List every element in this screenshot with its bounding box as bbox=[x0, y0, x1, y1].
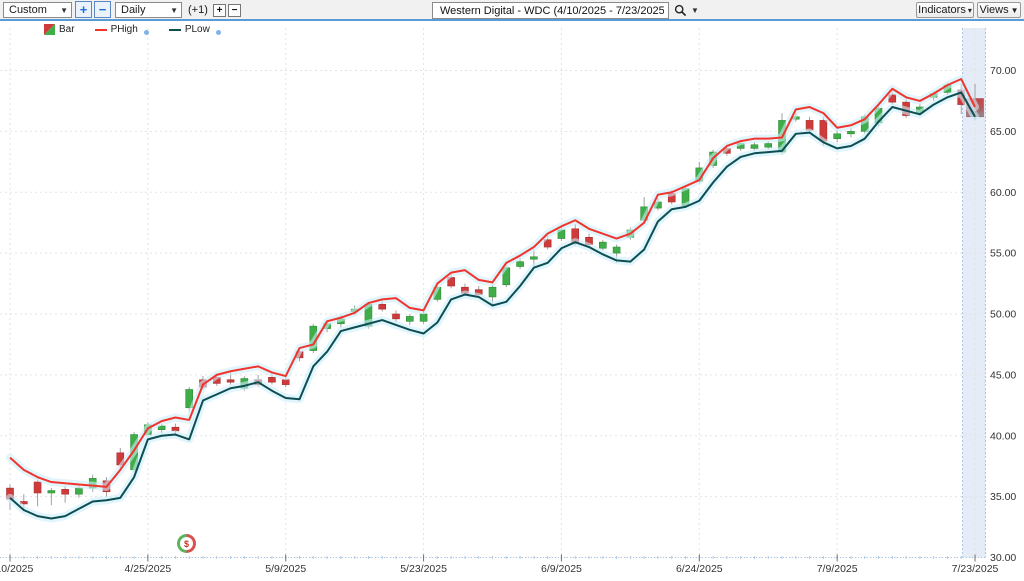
indicators-button[interactable]: Indicators ▾ bbox=[916, 2, 974, 18]
legend-item-label: Bar bbox=[59, 24, 75, 35]
phigh-line-icon bbox=[95, 29, 107, 31]
indicators-button-label: Indicators bbox=[918, 4, 966, 16]
svg-text:65.00: 65.00 bbox=[990, 126, 1016, 138]
legend-item-label: PLow bbox=[185, 24, 210, 35]
svg-text:6/9/2025: 6/9/2025 bbox=[541, 563, 582, 575]
svg-text:6/24/2025: 6/24/2025 bbox=[676, 563, 723, 575]
search-control[interactable]: ▼ bbox=[674, 3, 699, 18]
offset-increase-button[interactable]: + bbox=[213, 4, 226, 17]
legend-item-plow[interactable]: PLow bbox=[169, 24, 221, 35]
svg-text:70.00: 70.00 bbox=[990, 65, 1016, 77]
chart-legend: Bar PHigh PLow bbox=[44, 23, 235, 36]
price-chart-canvas[interactable]: 30.0035.0040.0045.0050.0055.0060.0065.00… bbox=[0, 0, 1024, 581]
svg-text:5/9/2025: 5/9/2025 bbox=[265, 563, 306, 575]
candle bbox=[282, 380, 289, 385]
candle bbox=[613, 247, 620, 253]
offset-decrease-button[interactable]: − bbox=[228, 4, 241, 17]
plow-line-icon bbox=[169, 29, 181, 31]
candle bbox=[751, 145, 758, 149]
plow-line bbox=[10, 92, 975, 518]
candle bbox=[268, 377, 275, 382]
period-select-value: Daily bbox=[121, 4, 145, 16]
svg-text:7/23/2025: 7/23/2025 bbox=[952, 563, 999, 575]
candle bbox=[34, 482, 41, 493]
candle bbox=[172, 427, 179, 431]
zoom-in-button[interactable]: + bbox=[75, 1, 92, 18]
search-icon bbox=[674, 4, 687, 17]
candle bbox=[75, 488, 82, 494]
candle bbox=[599, 242, 606, 248]
legend-item-label: PHigh bbox=[111, 24, 138, 35]
views-button[interactable]: Views ▼ bbox=[977, 2, 1021, 18]
candle bbox=[489, 287, 496, 297]
minus-icon: − bbox=[232, 6, 238, 16]
chevron-down-icon: ▼ bbox=[60, 6, 68, 15]
candle bbox=[847, 131, 854, 133]
candle bbox=[834, 134, 841, 139]
zoom-out-button[interactable]: − bbox=[94, 1, 111, 18]
candle bbox=[227, 380, 234, 382]
range-select-value: Custom bbox=[9, 4, 47, 16]
charting-app-window: Custom ▼ + − Daily ▼ (+1) + − ▼ I bbox=[0, 0, 1024, 581]
views-button-label: Views bbox=[979, 4, 1008, 16]
chevron-down-icon: ▼ bbox=[691, 6, 699, 15]
candle bbox=[530, 257, 537, 259]
svg-text:45.00: 45.00 bbox=[990, 369, 1016, 381]
period-select[interactable]: Daily ▼ bbox=[115, 2, 182, 18]
legend-item-phigh[interactable]: PHigh bbox=[95, 24, 149, 35]
dollar-icon: $ bbox=[180, 537, 193, 550]
bar-series-icon bbox=[44, 24, 55, 35]
series-settings-dot-icon[interactable] bbox=[216, 30, 221, 35]
legend-item-bar[interactable]: Bar bbox=[44, 24, 75, 35]
chevron-down-icon: ▼ bbox=[170, 6, 178, 15]
svg-text:50.00: 50.00 bbox=[990, 309, 1016, 321]
svg-text:4/10/2025: 4/10/2025 bbox=[0, 563, 34, 575]
chevron-down-icon: ▾ bbox=[968, 6, 972, 15]
candle bbox=[62, 489, 69, 494]
plus-icon: + bbox=[80, 2, 88, 17]
phigh-line bbox=[10, 79, 975, 487]
currency-marker-badge[interactable]: $ bbox=[177, 534, 196, 553]
candle bbox=[517, 262, 524, 267]
svg-text:60.00: 60.00 bbox=[990, 187, 1016, 199]
symbol-search-input[interactable] bbox=[432, 2, 669, 19]
chevron-down-icon: ▼ bbox=[1011, 6, 1019, 15]
x-axis: 4/10/2025 4/25/2025 5/9/2025 5/23/2025 6/9/2… bbox=[0, 555, 999, 576]
svg-text:55.00: 55.00 bbox=[990, 248, 1016, 260]
range-select[interactable]: Custom ▼ bbox=[3, 2, 72, 18]
bar-offset-label: (+1) bbox=[188, 2, 208, 18]
plus-icon: + bbox=[217, 6, 223, 16]
candle bbox=[420, 314, 427, 321]
toolbar: Custom ▼ + − Daily ▼ (+1) + − ▼ I bbox=[0, 0, 1024, 21]
series-settings-dot-icon[interactable] bbox=[144, 30, 149, 35]
candle bbox=[48, 491, 55, 493]
svg-text:5/23/2025: 5/23/2025 bbox=[400, 563, 447, 575]
candle bbox=[765, 144, 772, 148]
svg-text:40.00: 40.00 bbox=[990, 430, 1016, 442]
svg-text:7/9/2025: 7/9/2025 bbox=[817, 563, 858, 575]
candle bbox=[379, 304, 386, 309]
svg-text:4/25/2025: 4/25/2025 bbox=[125, 563, 172, 575]
candle bbox=[406, 316, 413, 321]
svg-text:35.00: 35.00 bbox=[990, 491, 1016, 503]
candle bbox=[393, 314, 400, 319]
minus-icon: − bbox=[99, 2, 107, 17]
